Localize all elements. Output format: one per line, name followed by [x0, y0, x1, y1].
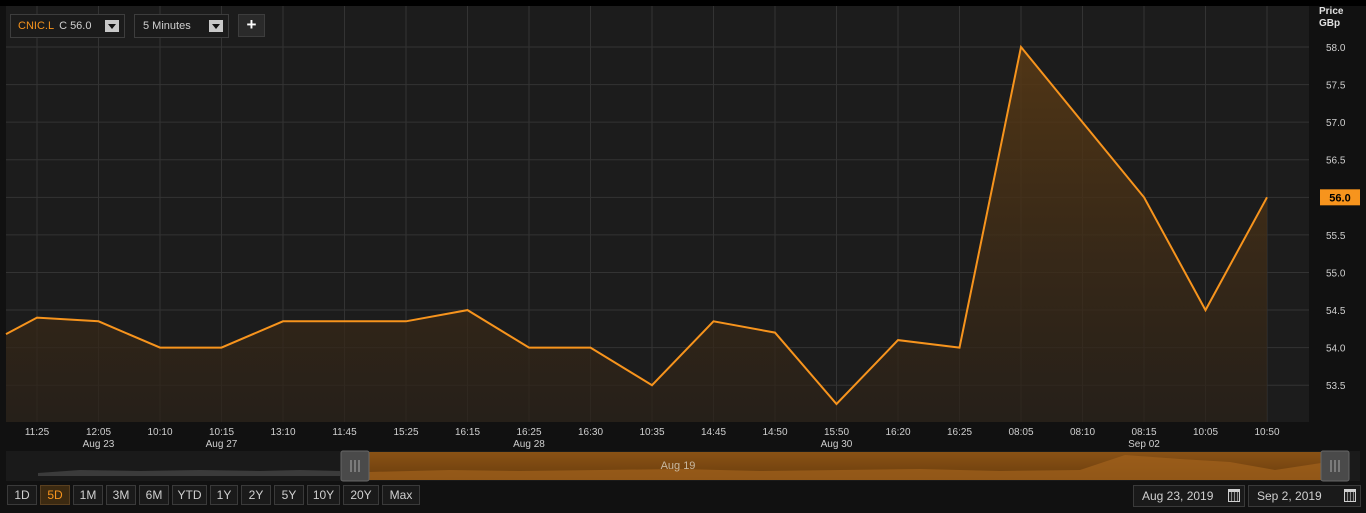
y-tick-label: 54.5: [1326, 306, 1346, 317]
last-price-badge-layer: 56.0: [1320, 189, 1360, 206]
add-button[interactable]: +: [238, 14, 265, 37]
interval-text: 5 Minutes: [143, 20, 191, 32]
x-date-label: Aug 27: [206, 439, 238, 450]
y-tick-label: 55.0: [1326, 268, 1346, 279]
end-date-field[interactable]: Sep 2, 2019: [1248, 485, 1361, 507]
range-button-1m[interactable]: 1M: [73, 485, 103, 505]
range-button-20y[interactable]: 20Y: [343, 485, 379, 505]
x-date-label: Aug 23: [83, 439, 115, 450]
range-button-5y[interactable]: 5Y: [274, 485, 304, 505]
chevron-down-icon[interactable]: [105, 20, 119, 32]
price-chart[interactable]: 53.5 54.0 54.5 55.0 55.5 56.5 57.0 57.5 58.0 11:…: [0, 0, 1366, 513]
x-tick-label: 12:05: [86, 427, 111, 438]
x-tick-label: 08:10: [1070, 427, 1095, 438]
x-axis-ticks: 11:25 12:05Aug 23 10:10 10:15Aug 27 13:10 11:…: [25, 427, 1280, 450]
x-tick-label: 11:25: [25, 427, 50, 438]
last-price-badge-text: 56.0: [1329, 192, 1350, 204]
y-tick-label: 55.5: [1326, 231, 1346, 242]
range-button-5d[interactable]: 5D: [40, 485, 70, 505]
x-tick-label: 10:15: [209, 427, 234, 438]
end-date-text: Sep 2, 2019: [1257, 489, 1322, 503]
x-tick-label: 10:50: [1254, 427, 1279, 438]
x-tick-label: 15:25: [393, 427, 418, 438]
x-tick-label: 10:10: [147, 427, 172, 438]
range-button-3m[interactable]: 3M: [106, 485, 136, 505]
interval-selector[interactable]: 5 Minutes: [134, 14, 229, 38]
navigator-history-sparkline: [38, 470, 340, 476]
start-date-text: Aug 23, 2019: [1142, 489, 1214, 503]
chart-window: 53.5 54.0 54.5 55.0 55.5 56.5 57.0 57.5 58.0 11:…: [0, 0, 1366, 513]
x-tick-label: 16:20: [885, 427, 910, 438]
range-button-max[interactable]: Max: [382, 485, 420, 505]
y-axis-title-line1: Price: [1319, 6, 1344, 17]
x-tick-label: 11:45: [332, 427, 357, 438]
y-tick-label: 58.0: [1326, 43, 1346, 54]
last-price-text: C 56.0: [59, 20, 92, 32]
x-tick-label: 16:25: [947, 427, 972, 438]
x-tick-label: 10:35: [639, 427, 664, 438]
y-tick-label: 57.0: [1326, 118, 1346, 129]
calendar-icon[interactable]: [1344, 489, 1356, 502]
navigator-label: Aug 19: [661, 460, 696, 472]
start-date-field[interactable]: Aug 23, 2019: [1133, 485, 1245, 507]
y-axis-title-line2: GBp: [1319, 18, 1341, 29]
x-tick-label: 15:50: [824, 427, 849, 438]
range-button-6m[interactable]: 6M: [139, 485, 169, 505]
range-button-1d[interactable]: 1D: [7, 485, 37, 505]
x-tick-label: 16:25: [516, 427, 541, 438]
x-tick-label: 13:10: [270, 427, 295, 438]
x-tick-label: 10:05: [1193, 427, 1218, 438]
navigator-right-handle[interactable]: [1320, 450, 1350, 482]
y-tick-label: 53.5: [1326, 381, 1346, 392]
y-axis-title: Price GBp: [1319, 6, 1363, 30]
y-tick-label: 57.5: [1326, 81, 1346, 92]
x-tick-label: 08:05: [1008, 427, 1033, 438]
range-button-ytd[interactable]: YTD: [172, 485, 207, 505]
x-date-label: Sep 02: [1128, 439, 1160, 450]
y-tick-label: 56.5: [1326, 156, 1346, 167]
x-tick-label: 08:15: [1131, 427, 1156, 438]
calendar-icon[interactable]: [1228, 489, 1240, 502]
x-tick-label: 16:15: [455, 427, 480, 438]
x-date-label: Aug 30: [821, 439, 853, 450]
chevron-down-icon[interactable]: [209, 20, 223, 32]
range-button-2y[interactable]: 2Y: [241, 485, 271, 505]
range-button-1y[interactable]: 1Y: [210, 485, 238, 505]
y-axis-ticks: 53.5 54.0 54.5 55.0 55.5 56.5 57.0 57.5 58.0: [1326, 43, 1346, 392]
symbol-text: CNIC.L: [18, 20, 55, 32]
symbol-selector[interactable]: CNIC.L C 56.0: [10, 14, 125, 38]
x-date-label: Aug 28: [513, 439, 545, 450]
y-tick-label: 54.0: [1326, 344, 1346, 355]
range-button-10y[interactable]: 10Y: [307, 485, 340, 505]
x-tick-label: 14:45: [701, 427, 726, 438]
navigator-left-handle[interactable]: [340, 450, 370, 482]
x-tick-label: 16:30: [578, 427, 603, 438]
x-tick-label: 14:50: [762, 427, 787, 438]
